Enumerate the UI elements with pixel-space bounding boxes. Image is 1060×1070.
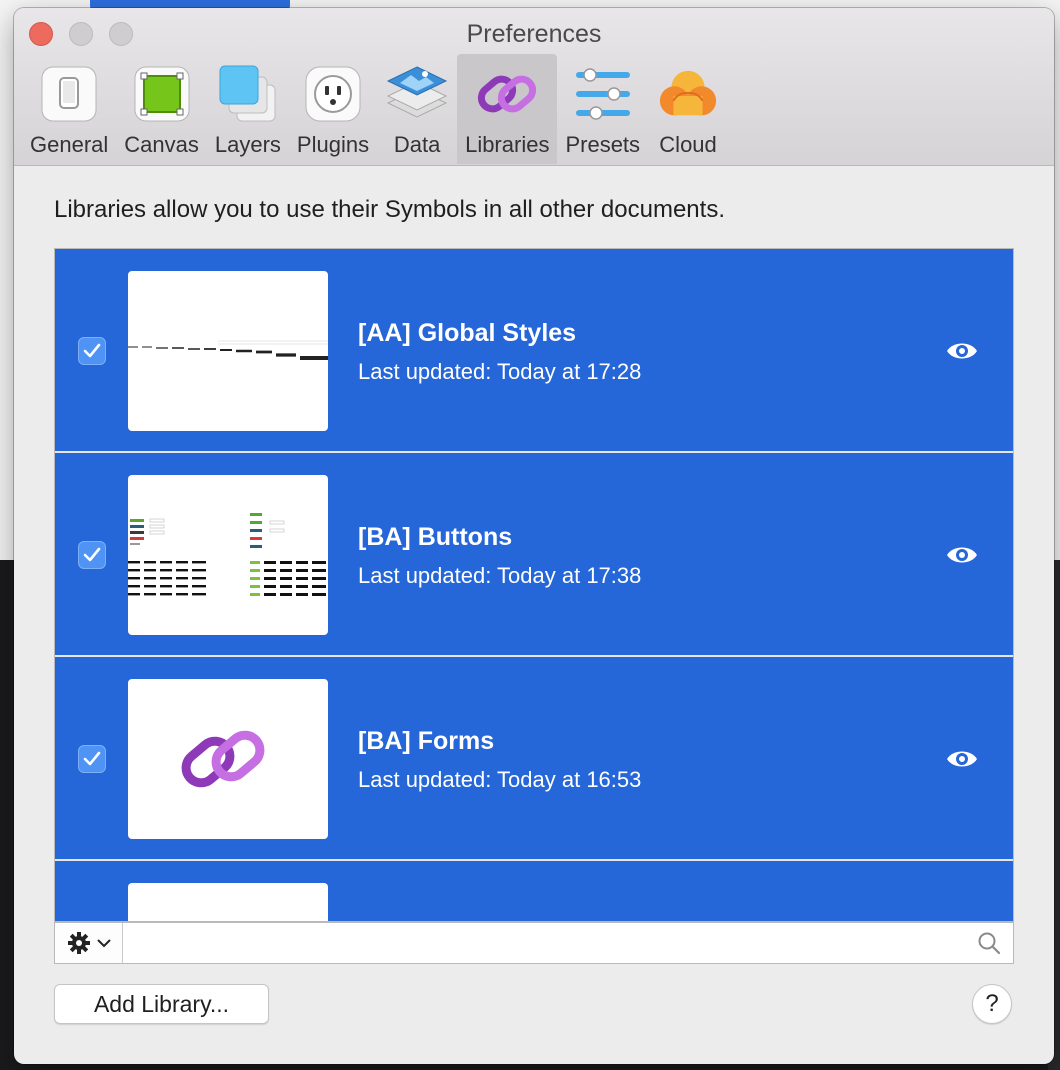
- tab-layers[interactable]: Layers: [207, 54, 289, 164]
- libraries-pane: Libraries allow you to use their Symbols…: [14, 166, 1054, 1064]
- tab-plugins-label: Plugins: [296, 132, 370, 157]
- library-list[interactable]: [AA] Global Styles Last updated: Today a…: [54, 248, 1014, 922]
- chevron-down-icon: [96, 939, 111, 948]
- checkmark-icon: [83, 343, 101, 358]
- gear-icon: [67, 932, 90, 954]
- eye-icon[interactable]: [945, 747, 979, 771]
- tab-general-label: General: [30, 132, 109, 157]
- tab-canvas[interactable]: Canvas: [116, 54, 207, 164]
- library-name: [BA] Forms: [358, 727, 495, 755]
- library-name: [AA] Global Styles: [358, 319, 577, 347]
- library-thumbnail: [128, 679, 328, 839]
- library-thumbnail: [128, 883, 328, 921]
- library-enabled-checkbox[interactable]: [78, 541, 106, 569]
- library-updated: Last updated: Today at 17:38: [358, 563, 642, 588]
- canvas-icon: [130, 62, 194, 126]
- preferences-window: Preferences General Canvas Layers Plugin…: [14, 8, 1054, 1064]
- library-row[interactable]: [AA] Global Styles Last updated: Today a…: [55, 249, 1013, 453]
- libraries-description: Libraries allow you to use their Symbols…: [54, 196, 725, 223]
- help-button[interactable]: ?: [972, 984, 1012, 1024]
- general-icon: [37, 62, 101, 126]
- library-updated: Last updated: Today at 16:53: [358, 767, 642, 792]
- eye-icon[interactable]: [945, 339, 979, 363]
- tab-general[interactable]: General: [22, 54, 116, 164]
- library-list-toolbar: [54, 922, 1014, 964]
- tab-cloud-label: Cloud: [659, 132, 717, 157]
- library-thumbnail: [128, 271, 328, 431]
- presets-icon: [571, 62, 635, 126]
- tab-libraries-label: Libraries: [465, 132, 550, 157]
- search-icon[interactable]: [977, 931, 1001, 955]
- tab-libraries[interactable]: Libraries: [457, 54, 558, 164]
- library-name: [BA] Buttons: [358, 523, 513, 551]
- layers-icon: [216, 62, 280, 126]
- library-enabled-checkbox[interactable]: [78, 337, 106, 365]
- add-library-button[interactable]: Add Library...: [54, 984, 269, 1024]
- tab-presets[interactable]: Presets: [557, 54, 648, 164]
- tab-data[interactable]: Data: [377, 54, 457, 164]
- libraries-icon: [475, 62, 539, 126]
- checkmark-icon: [83, 751, 101, 766]
- tab-data-label: Data: [393, 132, 441, 157]
- library-row[interactable]: [55, 861, 1013, 921]
- window-title: Preferences: [466, 20, 602, 48]
- eye-icon[interactable]: [945, 543, 979, 567]
- library-thumbnail: [128, 475, 328, 635]
- titlebar: Preferences General Canvas Layers Plugin…: [14, 8, 1054, 166]
- library-row[interactable]: [BA] Buttons Last updated: Today at 17:3…: [55, 453, 1013, 657]
- library-updated: Last updated: Today at 17:28: [358, 359, 642, 384]
- library-enabled-checkbox[interactable]: [78, 745, 106, 773]
- link-icon: [181, 730, 265, 788]
- tab-presets-label: Presets: [565, 132, 641, 157]
- gear-menu-button[interactable]: [55, 923, 123, 963]
- data-icon: [385, 62, 449, 126]
- tab-layers-label: Layers: [214, 132, 281, 157]
- preferences-toolbar: General Canvas Layers Plugins Data Libra…: [22, 54, 728, 164]
- cloud-icon: [656, 62, 720, 126]
- tab-plugins[interactable]: Plugins: [289, 54, 377, 164]
- tab-cloud[interactable]: Cloud: [648, 54, 728, 164]
- tab-canvas-label: Canvas: [124, 132, 199, 157]
- library-row[interactable]: [BA] Forms Last updated: Today at 16:53: [55, 657, 1013, 861]
- checkmark-icon: [83, 547, 101, 562]
- plugins-icon: [301, 62, 365, 126]
